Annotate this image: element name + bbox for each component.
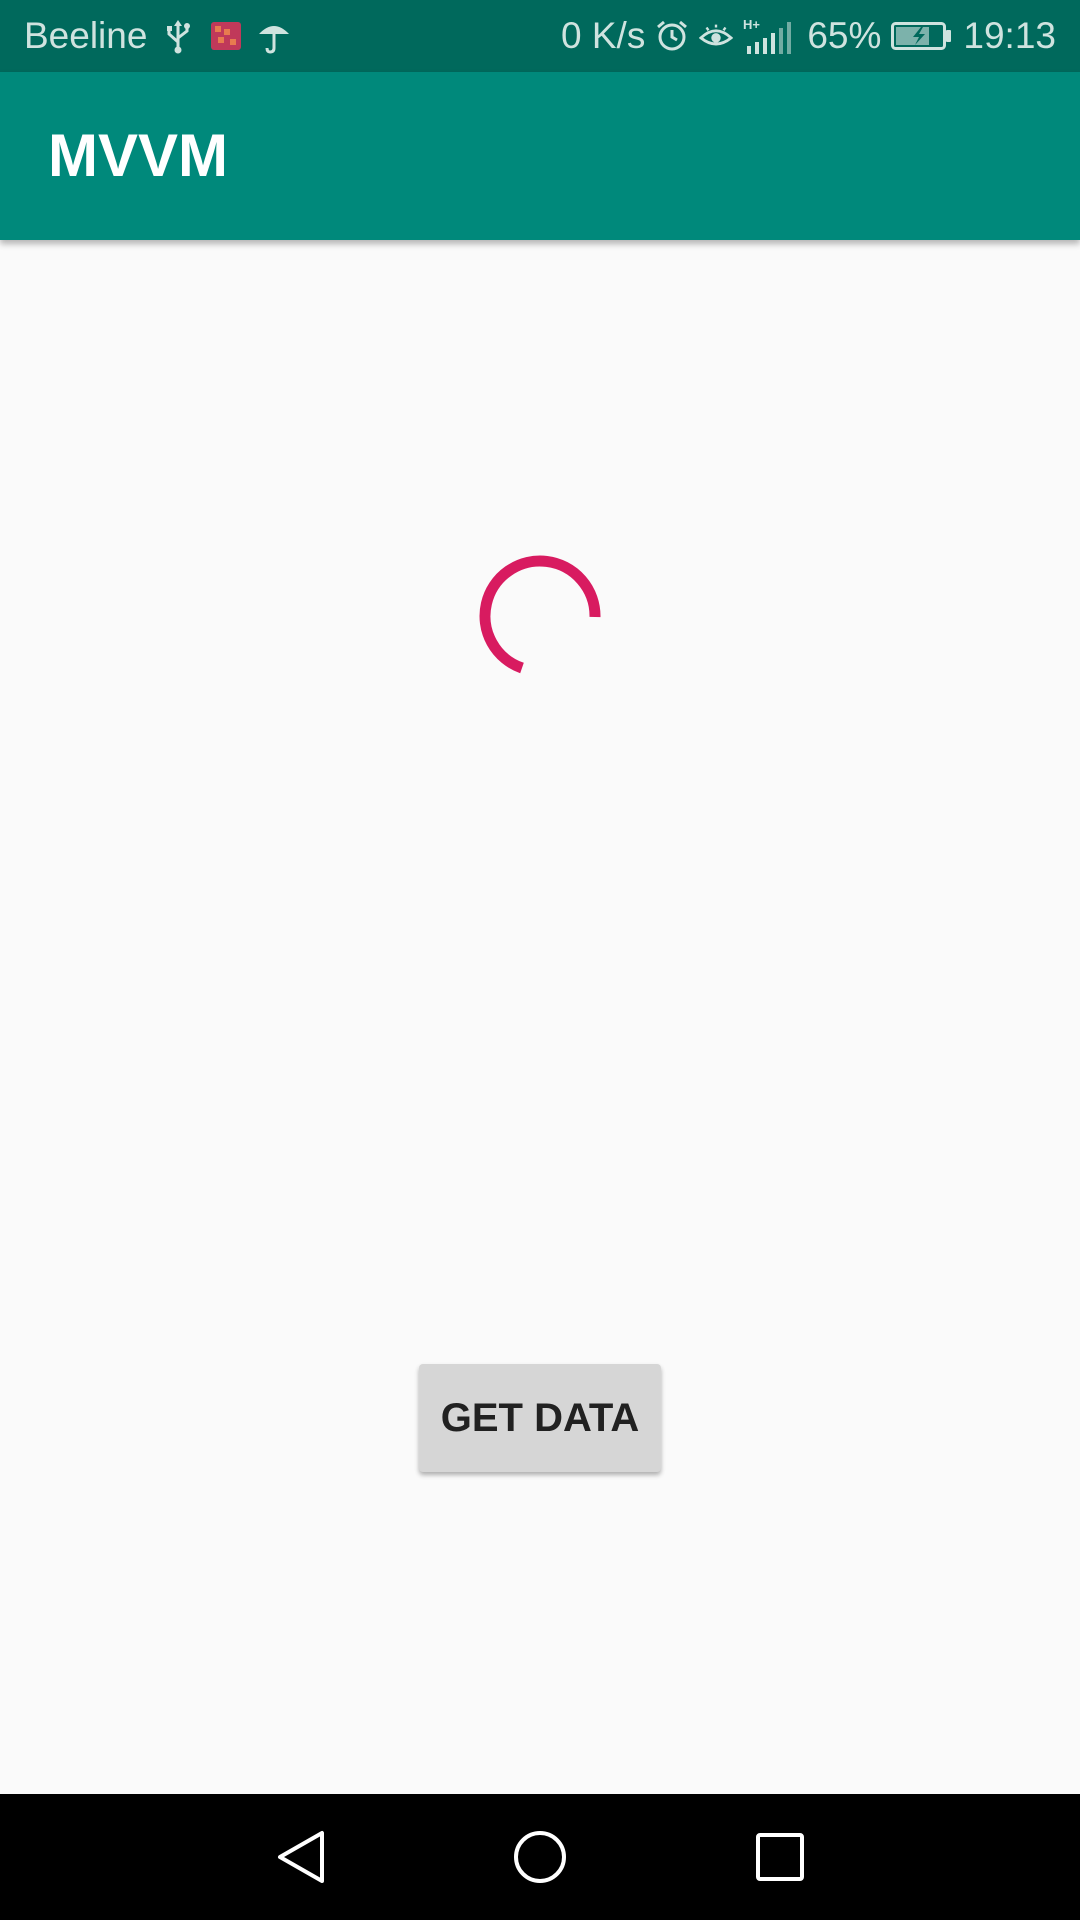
- nav-home-button[interactable]: [480, 1794, 600, 1920]
- network-type-label: H+: [743, 17, 760, 32]
- app-title: MVVM: [48, 122, 228, 189]
- loading-spinner: [479, 555, 601, 674]
- app-notification-icon: [209, 16, 243, 56]
- battery-percent: 65%: [807, 15, 882, 56]
- umbrella-icon: [257, 16, 291, 56]
- status-bar: Beeline 0 K/s H+ 65% 19:13: [0, 0, 1080, 72]
- carrier-name: Beeline: [24, 15, 148, 56]
- back-icon: [278, 1831, 324, 1883]
- status-bar-left: Beeline: [24, 0, 291, 72]
- status-bar-right: 0 K/s H+ 65% 19:13: [561, 0, 1056, 72]
- battery-charging-icon: [891, 16, 953, 56]
- navigation-bar: [0, 1794, 1080, 1920]
- recents-icon: [756, 1833, 804, 1881]
- nav-back-button[interactable]: [240, 1794, 360, 1920]
- net-speed: 0 K/s: [561, 15, 646, 56]
- get-data-button[interactable]: GET DATA: [419, 1364, 661, 1472]
- app-bar: MVVM: [0, 72, 1080, 240]
- clock: 19:13: [963, 15, 1056, 56]
- signal-icon: H+: [743, 16, 797, 56]
- alarm-icon: [655, 16, 689, 56]
- eye-comfort-icon: [699, 16, 734, 56]
- nav-recents-button[interactable]: [720, 1794, 840, 1920]
- home-icon: [514, 1831, 566, 1883]
- usb-icon: [161, 16, 195, 56]
